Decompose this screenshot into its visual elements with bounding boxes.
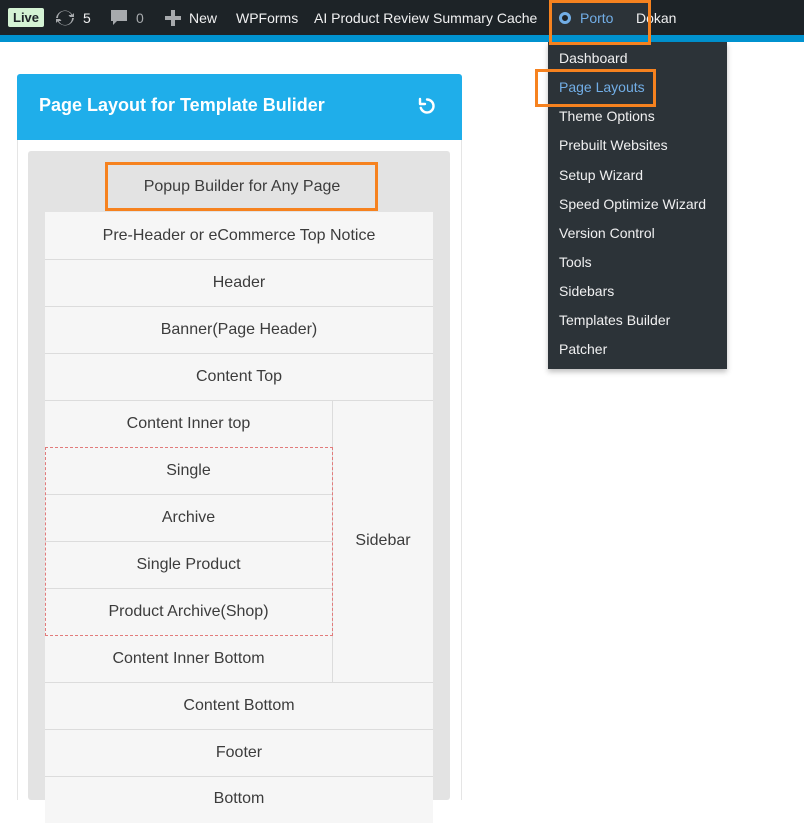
comment-icon [110,9,128,27]
menu-item-tools[interactable]: Tools [559,253,592,271]
cache-link[interactable]: AI Product Review Summary Cache [314,0,537,35]
menu-item-setup-wizard[interactable]: Setup Wizard [559,166,643,184]
porto-logo-icon [559,11,571,24]
menu-item-prebuilt-websites[interactable]: Prebuilt Websites [559,136,668,154]
new-content-link[interactable]: New [165,0,217,35]
layout-content-inner-top[interactable]: Content Inner top [45,400,332,447]
menu-item-templates-builder[interactable]: Templates Builder [559,311,670,329]
porto-label: Porto [580,9,614,26]
layout-footer[interactable]: Footer [45,729,433,776]
cache-label: AI Product Review Summary Cache [314,9,538,26]
dokan-label: Dokan [636,9,677,26]
menu-item-speed-optimize-wizard[interactable]: Speed Optimize Wizard [559,195,706,213]
menu-item-sidebars[interactable]: Sidebars [559,282,614,300]
divider [45,400,433,401]
updates-link[interactable]: 5 [55,0,91,35]
menu-item-dashboard[interactable]: Dashboard [559,49,628,67]
divider [45,353,433,354]
layout-header[interactable]: Header [45,259,433,306]
admin-bar: Live 5 0 New WPForms AI Product Review S… [0,0,804,35]
layout-content-inner-bottom[interactable]: Content Inner Bottom [45,635,332,682]
updates-icon [55,8,75,28]
porto-menu-link[interactable]: Porto [550,0,648,35]
layout-content-top[interactable]: Content Top [45,353,433,400]
comments-count: 0 [136,9,144,26]
menu-item-theme-options[interactable]: Theme Options [559,107,655,125]
layout-product-archive[interactable]: Product Archive(Shop) [45,588,332,635]
menu-item-version-control[interactable]: Version Control [559,224,655,242]
menu-item-patcher[interactable]: Patcher [559,340,607,358]
divider [45,541,332,542]
plus-icon [165,9,181,26]
layout-single-product[interactable]: Single Product [45,541,332,588]
divider [45,729,433,730]
dokan-link[interactable]: Dokan [636,0,676,35]
layout-content-bottom[interactable]: Content Bottom [45,682,433,729]
admin-bar-accent-strip [0,35,804,42]
divider [45,494,332,495]
divider [45,776,433,777]
updates-count: 5 [83,9,91,26]
layout-archive[interactable]: Archive [45,494,332,541]
menu-item-page-layouts[interactable]: Page Layouts [559,78,645,96]
divider [45,259,433,260]
layout-pre-header[interactable]: Pre-Header or eCommerce Top Notice [45,212,433,259]
wpforms-link[interactable]: WPForms [236,0,298,35]
divider [45,588,332,589]
layout-single[interactable]: Single [45,447,332,494]
wpforms-label: WPForms [236,9,299,26]
divider [332,400,333,682]
page-layout-panel-header: Page Layout for Template Bulider [17,74,462,140]
porto-dropdown-menu: Dashboard Page Layouts Theme Options Pre… [548,42,727,369]
new-label: New [189,9,218,26]
live-label: Live [8,8,45,27]
comments-link[interactable]: 0 [110,0,144,35]
divider [45,306,433,307]
reset-icon[interactable] [417,96,437,116]
live-badge[interactable]: Live [8,0,45,35]
layout-banner[interactable]: Banner(Page Header) [45,306,433,353]
divider [45,682,433,683]
panel-title: Page Layout for Template Bulider [39,95,325,115]
layout-popup-builder[interactable]: Popup Builder for Any Page [108,165,376,209]
layout-sidebar[interactable]: Sidebar [333,400,433,682]
